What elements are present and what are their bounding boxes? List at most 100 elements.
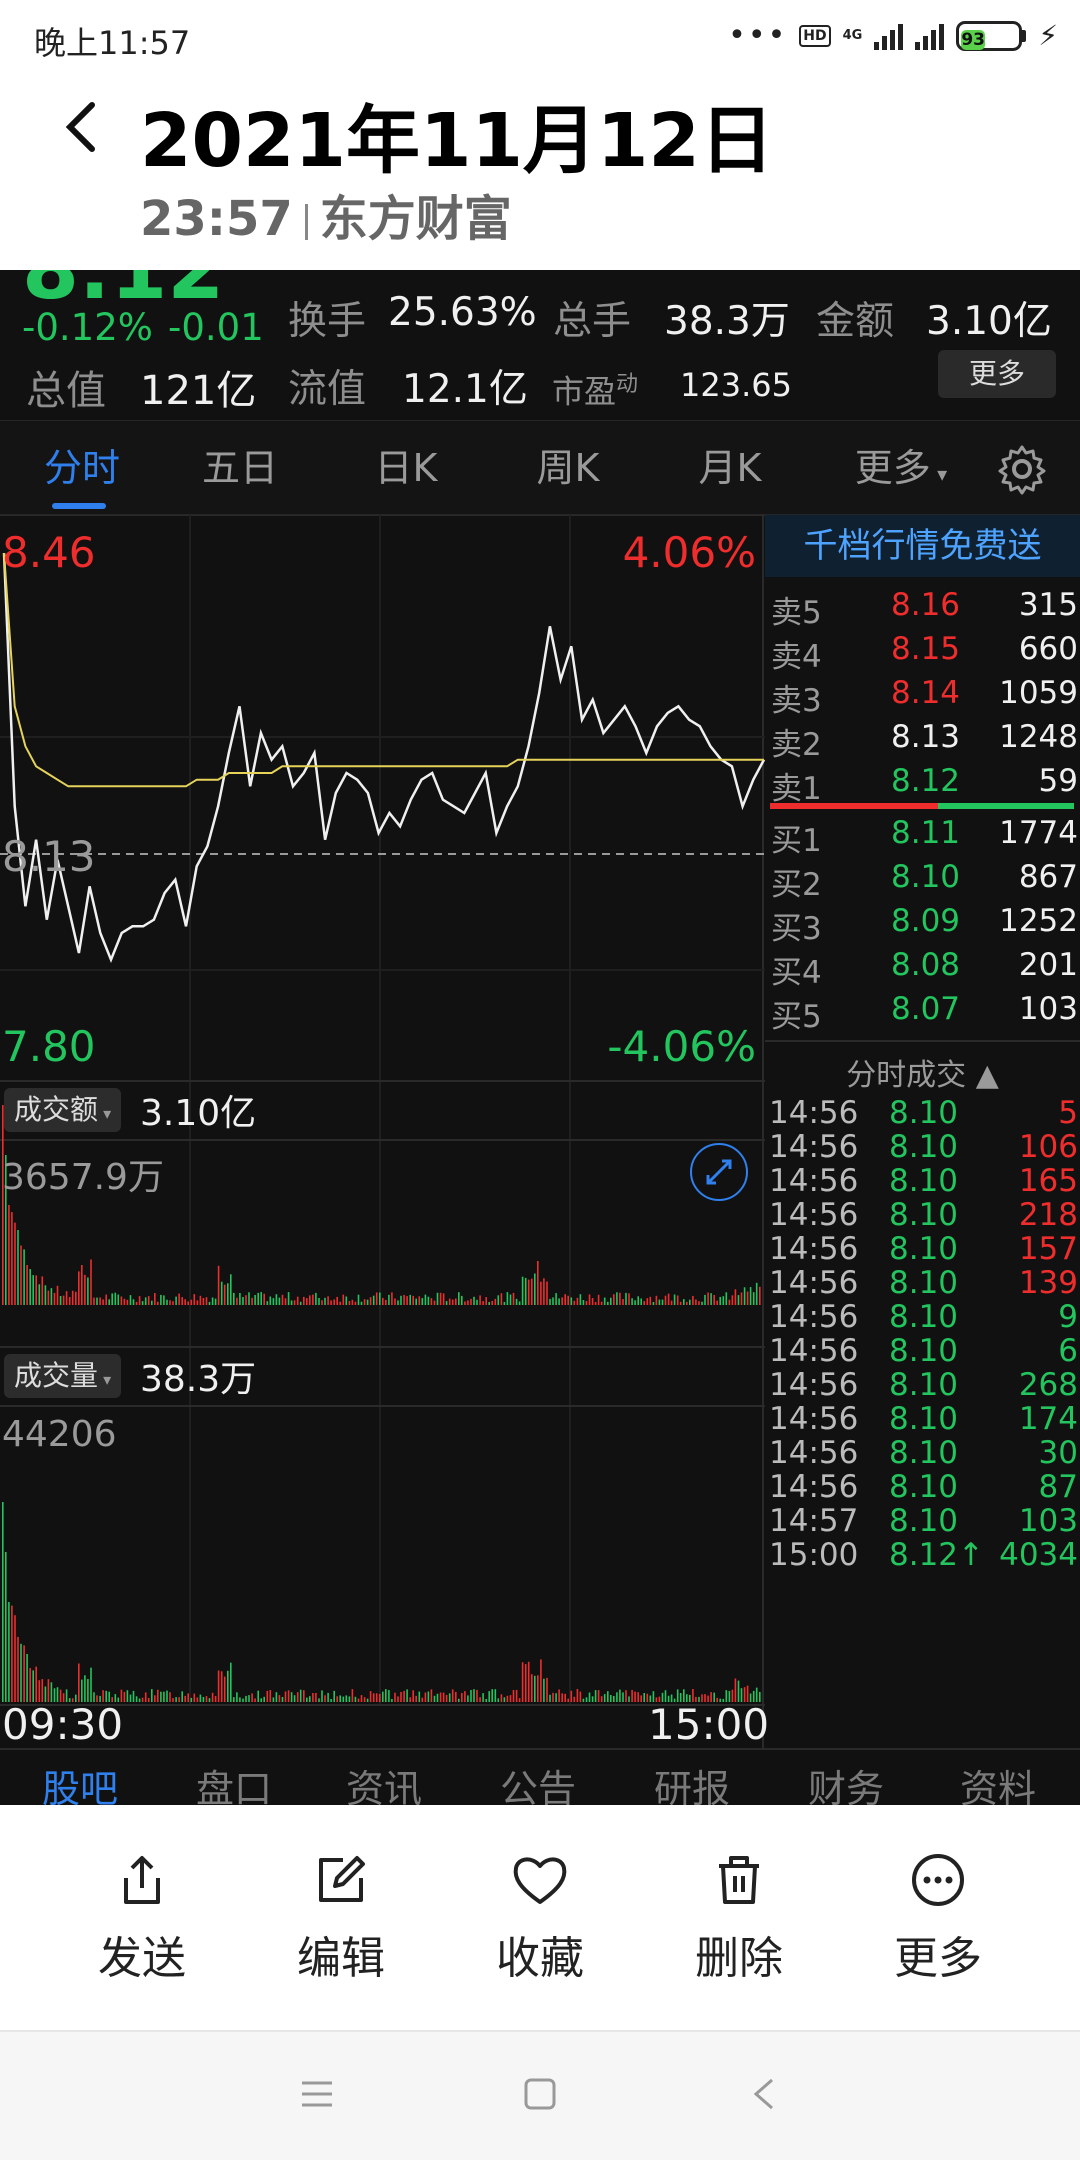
volume-bar <box>342 1696 345 1702</box>
volume-bar <box>175 1697 177 1702</box>
sell-pressure-bar <box>770 803 938 809</box>
volume-bar <box>652 1302 655 1305</box>
tab-weekly-k[interactable]: 周K <box>514 421 622 516</box>
sell-level-row: 卖4 8.15 660 <box>765 627 1080 675</box>
back-nav-icon[interactable] <box>752 2077 776 2111</box>
tab-announcements[interactable]: 公告 <box>500 1758 576 1805</box>
tick-row: 14:56 8.10 218 <box>765 1197 1080 1233</box>
more-quote-button[interactable]: 更多 <box>938 350 1056 398</box>
volume-bar <box>11 1212 13 1305</box>
tab-pankou[interactable]: 盘口 <box>196 1758 272 1805</box>
back-button[interactable] <box>60 95 100 174</box>
level-price: 8.09 <box>891 903 961 939</box>
volume-bar <box>388 1294 390 1305</box>
volume-bar <box>336 1296 338 1305</box>
volume-bar <box>324 1695 326 1702</box>
volume-bar <box>360 1301 363 1305</box>
volume-bar <box>184 1695 186 1702</box>
tick-time: 14:56 <box>769 1435 859 1471</box>
level-label: 买2 <box>771 867 822 903</box>
tick-qty: 5 <box>1058 1095 1078 1131</box>
heart-icon <box>513 1857 567 1904</box>
volume-value: 38.3万 <box>664 299 790 344</box>
tab-research[interactable]: 研报 <box>654 1758 730 1805</box>
tick-price: 8.10 <box>889 1333 959 1369</box>
volume-bar <box>634 1691 636 1702</box>
volume-bar <box>178 1697 180 1702</box>
more-button[interactable]: 更多 <box>858 1850 1018 1986</box>
edit-button[interactable]: 编辑 <box>261 1850 421 1986</box>
volume-bar <box>734 1678 737 1702</box>
volume-bar <box>14 1222 16 1305</box>
sell-level-row: 卖3 8.14 1059 <box>765 671 1080 719</box>
amount-indicator-select[interactable]: 成交额 ▾ <box>4 1088 122 1132</box>
volume-bar <box>403 1294 405 1305</box>
volume-bar <box>190 1299 193 1305</box>
tab-more[interactable]: 更多 ▾ <box>836 421 966 516</box>
volume-bar <box>427 1691 430 1702</box>
volume-bar <box>518 1698 521 1702</box>
volume-bar <box>17 1230 19 1305</box>
buy-level-row: 买4 8.08 201 <box>765 943 1080 991</box>
volume-bar <box>698 1301 700 1305</box>
volume-bar <box>205 1297 208 1305</box>
volume-bar <box>473 1296 475 1305</box>
volume-bar <box>8 1205 10 1305</box>
volume-bar <box>309 1696 311 1702</box>
tab-daily-k[interactable]: 日K <box>352 421 460 516</box>
volume-bar <box>464 1691 466 1702</box>
level-label: 卖3 <box>771 683 822 719</box>
y-axis-top-label: 8.46 <box>2 528 96 577</box>
ticks-title[interactable]: 分时成交 ▲ <box>765 1050 1080 1094</box>
tick-qty: 268 <box>1018 1367 1078 1403</box>
volume-bar <box>546 1281 548 1305</box>
volume-bar <box>141 1301 144 1305</box>
network-label: 4G <box>842 28 863 43</box>
favorite-button[interactable]: 收藏 <box>460 1850 620 1986</box>
volume-bar <box>558 1689 560 1702</box>
tab-monthly-k[interactable]: 月K <box>676 421 784 516</box>
volume-bar <box>363 1299 366 1305</box>
tick-price: 8.10 <box>889 1503 959 1539</box>
volume-bar <box>607 1301 609 1305</box>
volume-indicator-select[interactable]: 成交量 ▾ <box>4 1354 122 1398</box>
tab-guba[interactable]: 股吧 <box>42 1758 118 1805</box>
volume-bar <box>388 1690 390 1702</box>
volume-bar <box>433 1300 436 1305</box>
volume-bar <box>610 1695 612 1702</box>
volume-bar <box>348 1301 351 1305</box>
menu-icon[interactable] <box>300 2077 334 2111</box>
gear-icon <box>998 445 1046 495</box>
tab-news[interactable]: 资讯 <box>346 1758 422 1805</box>
tab-five-day[interactable]: 五日 <box>186 421 294 516</box>
volume-bar <box>227 1670 229 1702</box>
volume-bar <box>521 1276 524 1305</box>
volume-bar <box>360 1695 363 1702</box>
tab-finance[interactable]: 财务 <box>808 1758 884 1805</box>
volume-bar <box>458 1292 460 1305</box>
tick-price: 8.10 <box>889 1299 959 1335</box>
volume-bar <box>625 1292 627 1305</box>
volume-bar <box>369 1691 372 1702</box>
fullscreen-button[interactable] <box>690 1143 748 1201</box>
volume-bar <box>181 1691 183 1702</box>
tab-profile[interactable]: 资料 <box>960 1758 1036 1805</box>
tick-qty: 174 <box>1018 1401 1078 1437</box>
volume-bar <box>242 1698 244 1702</box>
volume-bar <box>637 1296 639 1305</box>
volume-bar <box>594 1690 597 1702</box>
level2-promo-banner[interactable]: 千档行情免费送 <box>765 515 1080 577</box>
volume-bar <box>488 1302 490 1305</box>
volume-max-label: 44206 <box>2 1414 117 1455</box>
volume-bar <box>260 1292 262 1305</box>
triangle-up-icon: ▲ <box>966 1058 999 1093</box>
pe-value: 123.65 <box>680 366 792 404</box>
delete-button[interactable]: 删除 <box>659 1850 819 1986</box>
send-button[interactable]: 发送 <box>62 1850 222 1986</box>
tab-intraday[interactable]: 分时 <box>28 421 136 516</box>
settings-button[interactable] <box>996 443 1048 495</box>
tick-time: 14:56 <box>769 1197 859 1233</box>
volume-bar <box>746 1291 749 1305</box>
volume-bar <box>169 1300 171 1305</box>
home-icon[interactable] <box>523 2077 557 2111</box>
